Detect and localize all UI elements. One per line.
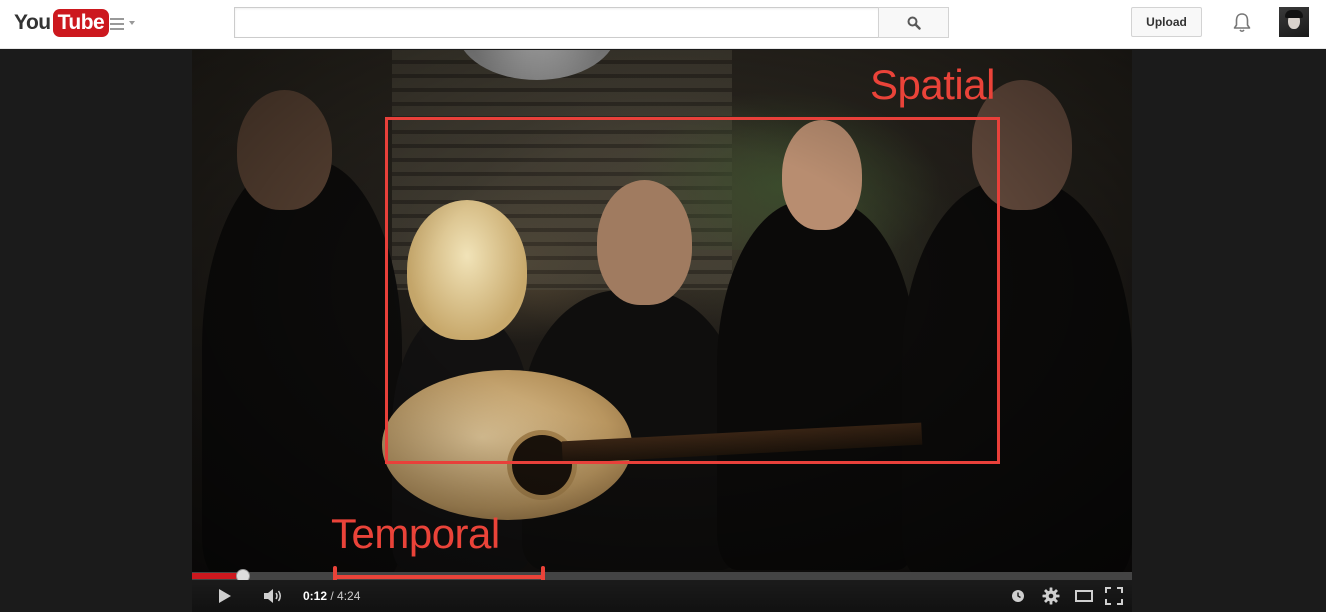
time-current: 0:12 <box>303 589 328 603</box>
player-controls: 0:12 / 4:24 <box>192 580 1132 612</box>
spatial-label: Spatial <box>870 61 995 108</box>
search-input[interactable] <box>235 8 879 37</box>
temporal-label: Temporal <box>331 510 500 557</box>
video-frame[interactable]: Spatial Temporal <box>192 50 1132 572</box>
logo-you-text: You <box>14 11 51 34</box>
search-button[interactable] <box>878 7 949 38</box>
gear-icon <box>1042 587 1060 605</box>
watch-later-button[interactable] <box>1008 586 1028 606</box>
time-separator: / <box>327 589 338 603</box>
search-icon <box>907 16 921 30</box>
theater-mode-icon <box>1075 590 1093 602</box>
spatial-annotation-box <box>385 117 1000 464</box>
theater-mode-button[interactable] <box>1073 586 1095 606</box>
bell-icon[interactable] <box>1230 11 1254 35</box>
search-field <box>234 7 879 38</box>
chevron-down-icon <box>129 21 135 25</box>
video-player[interactable]: Spatial Temporal 0:12 / 4:24 <box>192 50 1132 612</box>
clock-icon <box>1012 590 1024 602</box>
logo-tube-text: Tube <box>52 9 110 37</box>
masthead: You Tube Upload <box>0 0 1326 49</box>
hamburger-menu-icon[interactable] <box>110 15 136 33</box>
fullscreen-icon <box>1105 587 1123 605</box>
temporal-segment <box>334 575 543 579</box>
avatar[interactable] <box>1279 7 1309 37</box>
volume-button[interactable] <box>260 586 286 606</box>
fullscreen-button[interactable] <box>1103 586 1125 606</box>
time-display: 0:12 / 4:24 <box>303 589 360 603</box>
time-total: 4:24 <box>337 589 361 603</box>
youtube-logo[interactable]: You Tube <box>14 8 110 38</box>
settings-button[interactable] <box>1040 586 1062 606</box>
play-button[interactable] <box>212 586 236 606</box>
avatar-hair <box>1285 10 1303 18</box>
play-icon <box>219 589 231 603</box>
upload-button[interactable]: Upload <box>1131 7 1202 37</box>
volume-icon <box>264 589 281 603</box>
